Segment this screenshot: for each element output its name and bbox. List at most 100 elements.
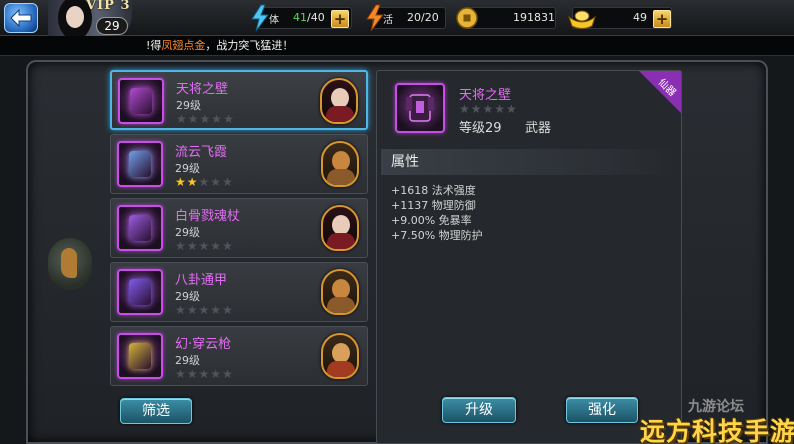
coin-value: 191831 <box>513 11 555 24</box>
star-empty-icon: ★ <box>210 303 223 317</box>
equipment-list-item[interactable]: 天将之壁 29级 ★★★★★ <box>110 70 368 130</box>
hero-body <box>327 361 355 377</box>
item-name: 流云飞霞 <box>175 145 228 160</box>
star-empty-icon: ★ <box>198 175 211 189</box>
item-star-rating: ★★★★★ <box>175 303 234 317</box>
detail-item-type: 武器 <box>525 121 552 136</box>
attribute-line: +1618 法术强度 <box>391 184 476 197</box>
coin-counter: 191831 <box>456 7 556 29</box>
star-filled-icon: ★ <box>186 175 199 189</box>
item-level: 29级 <box>176 99 201 112</box>
ingot-plus-button[interactable]: + <box>653 10 671 28</box>
star-empty-icon: ★ <box>199 112 212 126</box>
attribute-line: +7.50% 物理防护 <box>391 229 483 242</box>
ingot-counter: 49 + <box>568 7 672 29</box>
attribute-line: +1137 物理防御 <box>391 199 476 212</box>
star-empty-icon: ★ <box>198 367 211 381</box>
back-arrow-icon <box>10 9 32 27</box>
top-bar: VIP 3 29 体 41/40 + 活 20/20 191831 49 + <box>0 0 794 36</box>
back-button[interactable] <box>4 3 38 33</box>
equipment-item-icon <box>117 205 163 251</box>
marquee-highlight: 凤翅点金 <box>161 39 206 52</box>
equipment-glyph <box>130 88 152 114</box>
hero-head <box>332 343 350 363</box>
side-toggle-icon <box>61 248 77 278</box>
rarity-corner-tag: 仙器 <box>639 71 681 113</box>
stamina-current: 41 <box>293 11 307 24</box>
equipment-list-item[interactable]: 幻·穿云枪 29级 ★★★★★ <box>110 326 368 386</box>
equipment-glyph <box>129 151 151 177</box>
enhance-button[interactable]: 强化 <box>566 397 638 423</box>
energy-label: 活 <box>383 15 393 26</box>
marquee-suffix: ，战力突飞猛进！ <box>205 39 294 52</box>
item-level: 29级 <box>175 290 200 303</box>
coin-icon <box>456 7 478 29</box>
attributes-list: +1618 法术强度 +1137 物理防御 +9.00% 免暴率 +7.50% … <box>391 183 483 243</box>
upgrade-button[interactable]: 升级 <box>442 397 516 423</box>
filter-button[interactable]: 筛选 <box>120 398 192 424</box>
site-watermark: 远方科技手游网 <box>640 417 794 444</box>
equipped-hero-avatar[interactable] <box>321 333 359 379</box>
rarity-tag-text: 仙器 <box>655 76 678 99</box>
star-empty-icon: ★ <box>210 367 223 381</box>
equipment-glyph <box>129 215 151 241</box>
energy-counter: 活 20/20 <box>366 4 446 32</box>
equipment-list-item[interactable]: 八卦通甲 29级 ★★★★★ <box>110 262 368 322</box>
equipment-list-item[interactable]: 流云飞霞 29级 ★★★★★ <box>110 134 368 194</box>
avatar-face <box>66 6 84 28</box>
star-empty-icon: ★ <box>175 367 187 381</box>
star-empty-icon: ★ <box>198 239 211 253</box>
hero-head <box>332 215 350 235</box>
equipment-item-icon <box>118 78 164 124</box>
attribute-line: +9.00% 免暴率 <box>391 214 472 227</box>
item-name: 幻·穿云枪 <box>175 337 232 352</box>
stamina-max: /40 <box>307 11 325 24</box>
star-empty-icon: ★ <box>176 112 188 126</box>
stamina-plus-button[interactable]: + <box>331 10 349 28</box>
item-level: 29级 <box>175 226 200 239</box>
announcement-marquee: !得凤翅点金，战力突飞猛进！ <box>0 36 794 56</box>
star-empty-icon: ★ <box>222 239 234 253</box>
item-star-rating: ★★★★★ <box>175 367 234 381</box>
attributes-header: 属性 <box>381 149 677 175</box>
equipment-glyph <box>129 343 151 369</box>
side-menu-toggle[interactable] <box>48 238 92 290</box>
star-empty-icon: ★ <box>223 112 235 126</box>
item-star-rating: ★★★★★ <box>175 239 234 253</box>
equipment-list: 天将之壁 29级 ★★★★★ 流云飞霞 29级 ★★★★★ 白骨戮魂杖 29级 ★★★★★ 八卦通… <box>110 70 368 394</box>
ingot-icon <box>568 10 596 29</box>
star-empty-icon: ★ <box>210 175 223 189</box>
hero-head <box>331 88 349 108</box>
equipment-item-icon <box>117 333 163 379</box>
hero-head <box>332 151 350 171</box>
equipped-hero-avatar[interactable] <box>321 205 359 251</box>
item-level: 29级 <box>175 354 200 367</box>
star-empty-icon: ★ <box>186 367 199 381</box>
equipment-glyph <box>129 279 151 305</box>
marquee-prefix: !得 <box>146 39 162 52</box>
equipped-hero-avatar[interactable] <box>321 269 359 315</box>
detail-item-name: 天将之壁 <box>459 88 512 103</box>
item-name: 八卦通甲 <box>175 273 228 288</box>
detail-item-icon <box>395 83 445 133</box>
stamina-counter: 体 41/40 + <box>251 4 352 32</box>
star-empty-icon: ★ <box>186 239 199 253</box>
vip-label: VIP 3 <box>86 0 131 13</box>
star-empty-icon: ★ <box>187 112 200 126</box>
equipment-item-icon <box>117 269 163 315</box>
equipment-list-item[interactable]: 白骨戮魂杖 29级 ★★★★★ <box>110 198 368 258</box>
star-empty-icon: ★ <box>198 303 211 317</box>
energy-value: 20/20 <box>407 11 439 24</box>
equipped-hero-avatar[interactable] <box>320 78 358 124</box>
item-star-rating: ★★★★★ <box>176 112 235 126</box>
star-filled-icon: ★ <box>175 175 187 189</box>
hero-body <box>326 106 354 122</box>
player-level-badge: 29 <box>96 17 128 35</box>
hero-head <box>332 279 350 299</box>
star-empty-icon: ★ <box>210 239 223 253</box>
equipment-detail-panel: 天将之壁 ★★★★★ 等级29 武器 仙器 属性 +1618 法术强度 +113… <box>376 70 682 444</box>
equipped-hero-avatar[interactable] <box>321 141 359 187</box>
stamina-value: 41/40 <box>293 11 325 24</box>
star-empty-icon: ★ <box>211 112 224 126</box>
item-star-rating: ★★★★★ <box>175 175 234 189</box>
